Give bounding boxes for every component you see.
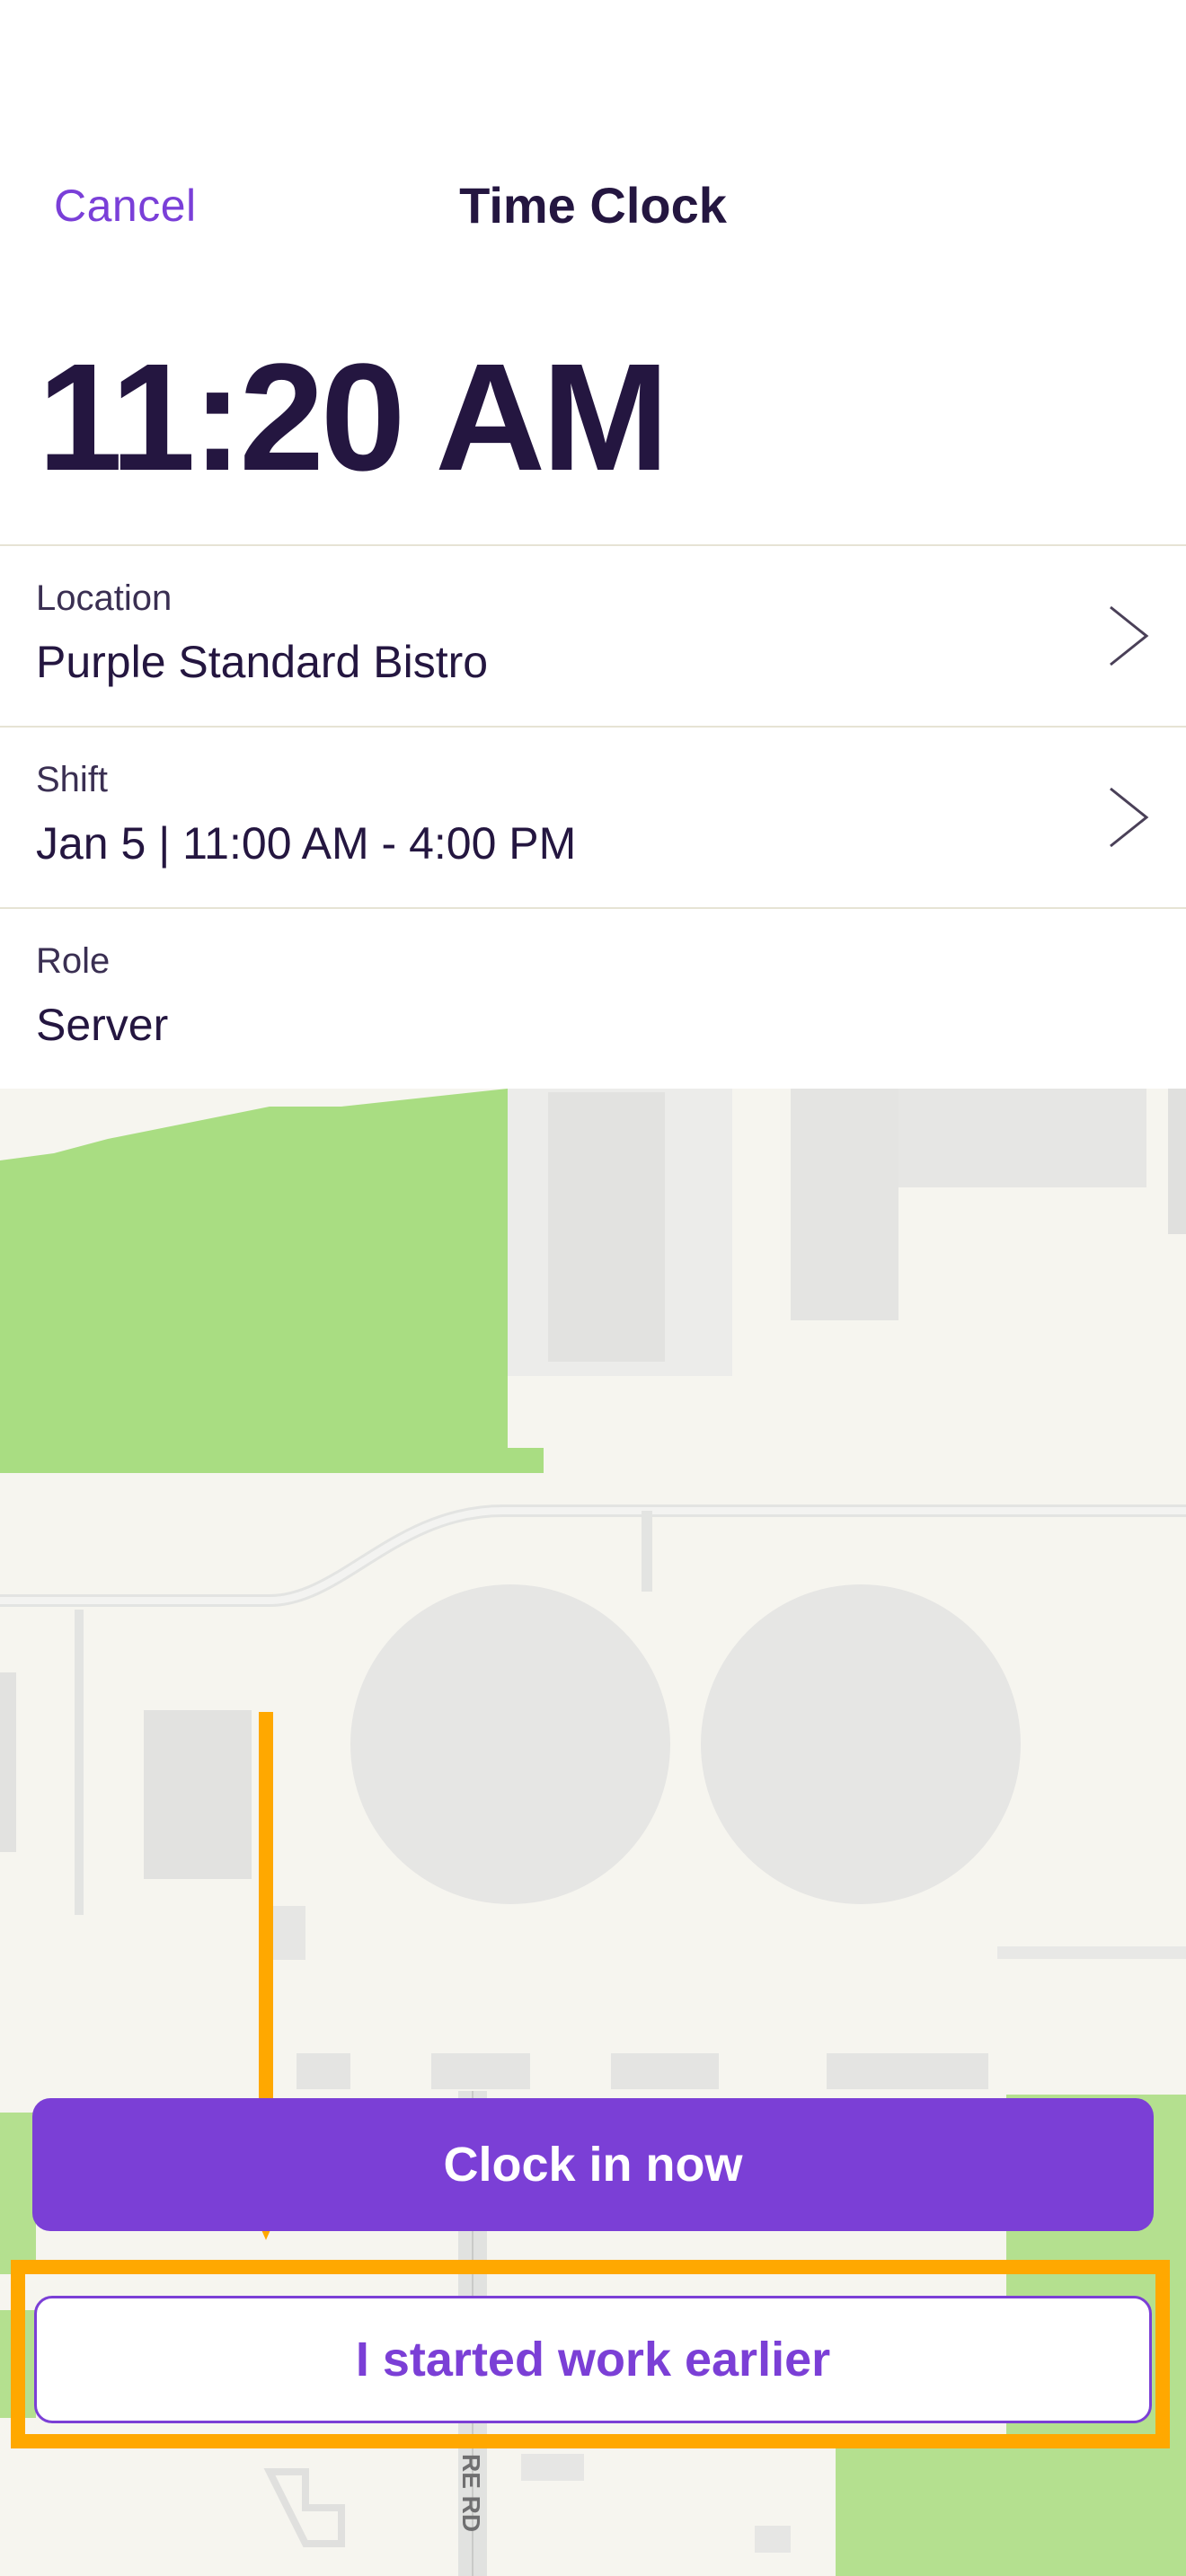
role-row: Role Server	[0, 907, 1186, 1087]
shift-row[interactable]: Shift Jan 5 | 11:00 AM - 4:00 PM	[0, 726, 1186, 905]
role-value: Server	[36, 1000, 169, 1050]
location-value: Purple Standard Bistro	[36, 637, 489, 687]
clock-in-button[interactable]: Clock in now	[32, 2098, 1154, 2231]
road-label: RE RD	[457, 2454, 485, 2532]
page-title: Time Clock	[459, 177, 727, 234]
role-label: Role	[36, 941, 111, 981]
started-earlier-button[interactable]: I started work earlier	[34, 2296, 1152, 2423]
chevron-right-icon	[1110, 605, 1149, 666]
chevron-right-icon	[1110, 787, 1149, 848]
shift-label: Shift	[36, 760, 109, 799]
shift-value: Jan 5 | 11:00 AM - 4:00 PM	[36, 818, 577, 869]
location-row[interactable]: Location Purple Standard Bistro	[0, 544, 1186, 724]
location-label: Location	[36, 578, 173, 618]
current-time: 11:20 AM	[38, 332, 669, 503]
